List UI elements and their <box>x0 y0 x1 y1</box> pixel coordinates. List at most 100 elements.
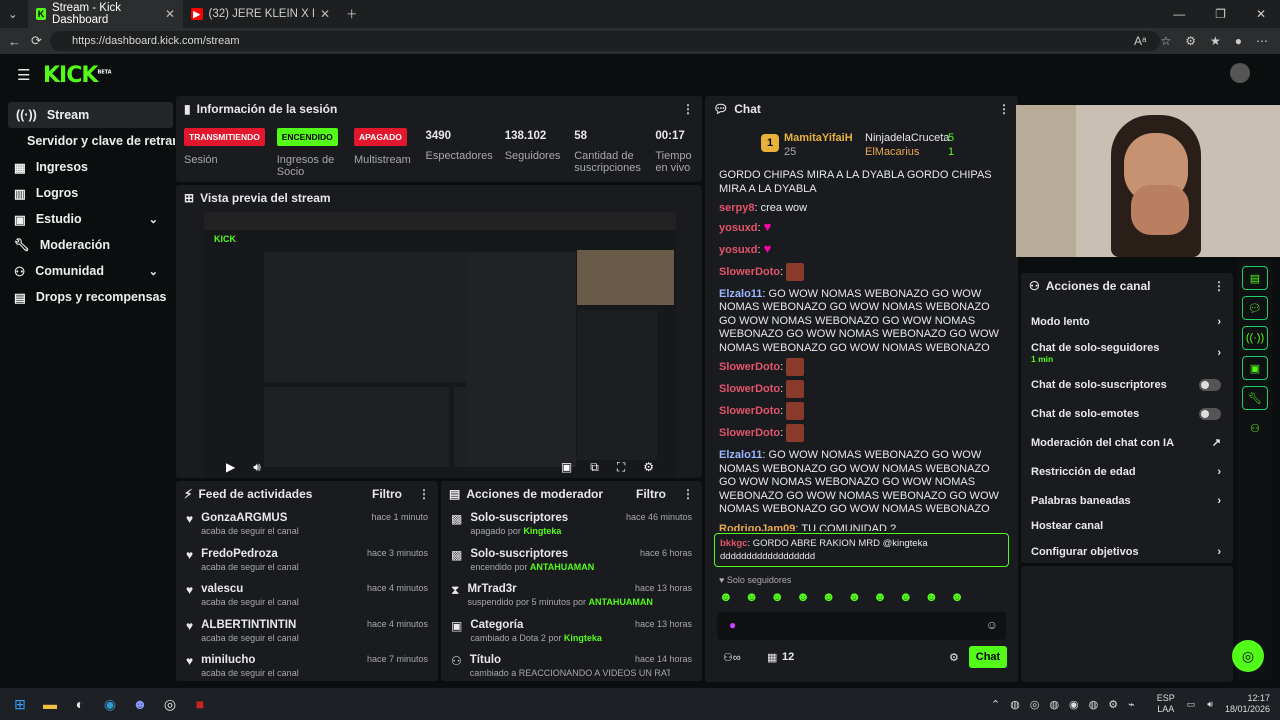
theater-icon[interactable]: ▣ <box>561 460 572 474</box>
chat-message: SlowerDoto: <box>705 422 1018 444</box>
emote-icon[interactable]: ☻ <box>925 589 939 604</box>
settings-icon[interactable]: ⚙ <box>643 460 654 474</box>
emote-icon[interactable]: ☻ <box>847 589 861 604</box>
new-tab-icon[interactable]: ＋ <box>338 0 366 28</box>
kick-logo[interactable]: KICKBETA <box>43 63 112 88</box>
chat-username[interactable]: Elzalo11 <box>719 288 762 300</box>
chat-menu-icon[interactable]: ⋮ <box>998 102 1010 116</box>
discord-icon[interactable]: ☻ <box>126 690 154 718</box>
maximize-icon[interactable]: ❐ <box>1215 7 1226 21</box>
back-icon[interactable]: ← <box>8 34 21 49</box>
play-icon[interactable]: ▶ <box>226 460 235 474</box>
chat-settings-icon[interactable]: ⚙ <box>949 651 959 664</box>
dota-icon[interactable]: ■ <box>186 690 214 718</box>
emotes-only-toggle[interactable] <box>1199 407 1221 420</box>
edge-icon[interactable]: ◉ <box>96 690 124 718</box>
mod-tools-icon[interactable]: ▣ <box>1242 356 1268 380</box>
banned-words-row[interactable]: Palabras baneadas › <box>1021 486 1233 515</box>
stat-multistream: APAGADO Multistream <box>354 128 425 178</box>
chat-username[interactable]: serpy8 <box>719 202 754 214</box>
users-icon[interactable]: ⚇ <box>1242 416 1268 440</box>
chat-username[interactable]: SlowerDoto <box>719 405 780 417</box>
volume-icon[interactable]: 🔊︎ <box>1207 699 1213 710</box>
sidebar-item-server-key[interactable]: Servidor y clave de retransmisión <box>0 128 175 154</box>
chat-username[interactable]: SlowerDoto <box>719 383 780 395</box>
actions-menu-icon[interactable]: ⋮ <box>1213 279 1225 293</box>
favorite-icon[interactable]: ☆ <box>1160 34 1171 48</box>
stream-preview-video[interactable]: KICK ▶ 🔊︎ ▣ ⧉ ⛶ ⚙ <box>204 212 676 478</box>
slow-mode-row[interactable]: Modo lento › <box>1021 307 1233 336</box>
chat-username[interactable]: Elzalo11 <box>719 449 762 461</box>
emote-icon[interactable]: ☻ <box>719 589 733 604</box>
collections-icon[interactable]: ★ <box>1210 34 1221 48</box>
sidebar-item-moderacion[interactable]: 🔧︎ Moderación <box>0 232 170 258</box>
chat-bubble-icon[interactable]: 💬︎ <box>1242 296 1268 320</box>
tab-menu-icon[interactable]: ⌄ <box>0 0 28 28</box>
sidebar-item-ingresos[interactable]: ▦ Ingresos <box>0 154 170 180</box>
language-indicator[interactable]: ESP LAA <box>1157 693 1175 715</box>
support-button[interactable]: ◎ <box>1232 640 1264 672</box>
emote-icon[interactable]: ☻ <box>899 589 913 604</box>
mod-filter-button[interactable]: Filtro <box>636 487 666 501</box>
chat-username[interactable]: RodrigoJam09 <box>719 523 795 532</box>
pip-icon[interactable]: ⧉ <box>590 460 599 475</box>
subs-only-toggle[interactable] <box>1199 378 1221 391</box>
close-tab-icon[interactable]: ✕ <box>165 7 175 21</box>
url-field[interactable]: https://dashboard.kick.com/stream <box>50 31 1160 51</box>
chat-username[interactable]: yosuxd <box>719 221 758 233</box>
feed-menu-icon[interactable]: ⋮ <box>418 487 430 501</box>
send-chat-button[interactable]: Chat <box>969 646 1007 668</box>
emoji-icon[interactable]: ☺ <box>986 618 998 632</box>
emote-icon[interactable]: ☻ <box>796 589 810 604</box>
broadcast-icon[interactable]: ((·)) <box>1242 326 1268 350</box>
tab-youtube[interactable]: ▶ (32) JERE KLEIN X KATTEYES - TOD ✕ <box>183 0 338 28</box>
tab-kick-dashboard[interactable]: K Stream - Kick Dashboard ✕ <box>28 0 183 28</box>
sidebar-item-stream[interactable]: ((·)) Stream <box>8 102 173 128</box>
read-aloud-icon[interactable]: Aᵃ <box>1134 34 1146 48</box>
sidebar-item-comunidad[interactable]: ⚇ Comunidad ⌄ <box>0 258 170 284</box>
emote-icon[interactable]: ☻ <box>745 589 759 604</box>
avatar[interactable] <box>1230 63 1250 83</box>
age-restriction-row[interactable]: Restricción de edad › <box>1021 457 1233 486</box>
clock[interactable]: 12:17 18/01/2026 <box>1225 693 1270 715</box>
minimize-icon[interactable]: — <box>1173 7 1185 21</box>
profile-icon[interactable]: ● <box>1235 34 1242 48</box>
emote-icon[interactable]: ☻ <box>873 589 887 604</box>
obs-icon[interactable]: ◎ <box>156 690 184 718</box>
sidebar-item-logros[interactable]: ▥ Logros <box>0 180 170 206</box>
wrench-icon[interactable]: 🔧︎ <box>1242 386 1268 410</box>
reload-icon[interactable]: ⟳ <box>31 33 42 49</box>
chat-username[interactable]: SlowerDoto <box>719 265 780 277</box>
host-channel-row[interactable]: Hostear canal <box>1021 515 1233 537</box>
chat-username[interactable]: SlowerDoto <box>719 361 780 373</box>
windows-start-icon[interactable]: ⊞ <box>6 690 34 718</box>
notes-icon[interactable]: ▤ <box>1242 266 1268 290</box>
mod-menu-icon[interactable]: ⋮ <box>682 487 694 501</box>
file-explorer-icon[interactable]: ▬ <box>36 690 64 718</box>
mic-icon[interactable]: ● <box>729 618 736 632</box>
fullscreen-icon[interactable]: ⛶ <box>617 460 625 475</box>
goals-row[interactable]: Configurar objetivos › <box>1021 537 1233 566</box>
followers-only-row[interactable]: Chat de solo-seguidores 1 min › <box>1021 336 1233 370</box>
chat-input[interactable]: ● ☺ <box>717 612 1006 640</box>
emote-icon[interactable]: ☻ <box>950 589 964 604</box>
gift-icon: ▤ <box>14 290 26 305</box>
session-menu-icon[interactable]: ⋮ <box>682 102 694 116</box>
ai-moderation-row[interactable]: Moderación del chat con IA ↗ <box>1021 428 1233 457</box>
chat-username[interactable]: yosuxd <box>719 243 758 255</box>
close-tab-icon[interactable]: ✕ <box>320 7 330 21</box>
emote-icon[interactable]: ☻ <box>770 589 784 604</box>
network-icon[interactable]: ▭ <box>1187 699 1196 710</box>
steam-icon[interactable]: ◐ <box>66 690 94 718</box>
more-icon[interactable]: ⋯ <box>1256 34 1268 48</box>
sidebar-item-drops[interactable]: ▤ Drops y recompensas <box>0 284 170 310</box>
sidebar-item-estudio[interactable]: ▣ Estudio ⌄ <box>0 206 170 232</box>
extensions-icon[interactable]: ⚙ <box>1185 34 1196 48</box>
volume-icon[interactable]: 🔊︎ <box>253 460 261 475</box>
close-window-icon[interactable]: ✕ <box>1256 7 1266 21</box>
chat-username[interactable]: SlowerDoto <box>719 427 780 439</box>
emote-icon[interactable]: ☻ <box>822 589 836 604</box>
hamburger-menu-icon[interactable]: ☰ <box>17 66 30 84</box>
infinity-icon[interactable]: ⚇∞ <box>723 651 741 664</box>
feed-filter-button[interactable]: Filtro <box>372 487 402 501</box>
